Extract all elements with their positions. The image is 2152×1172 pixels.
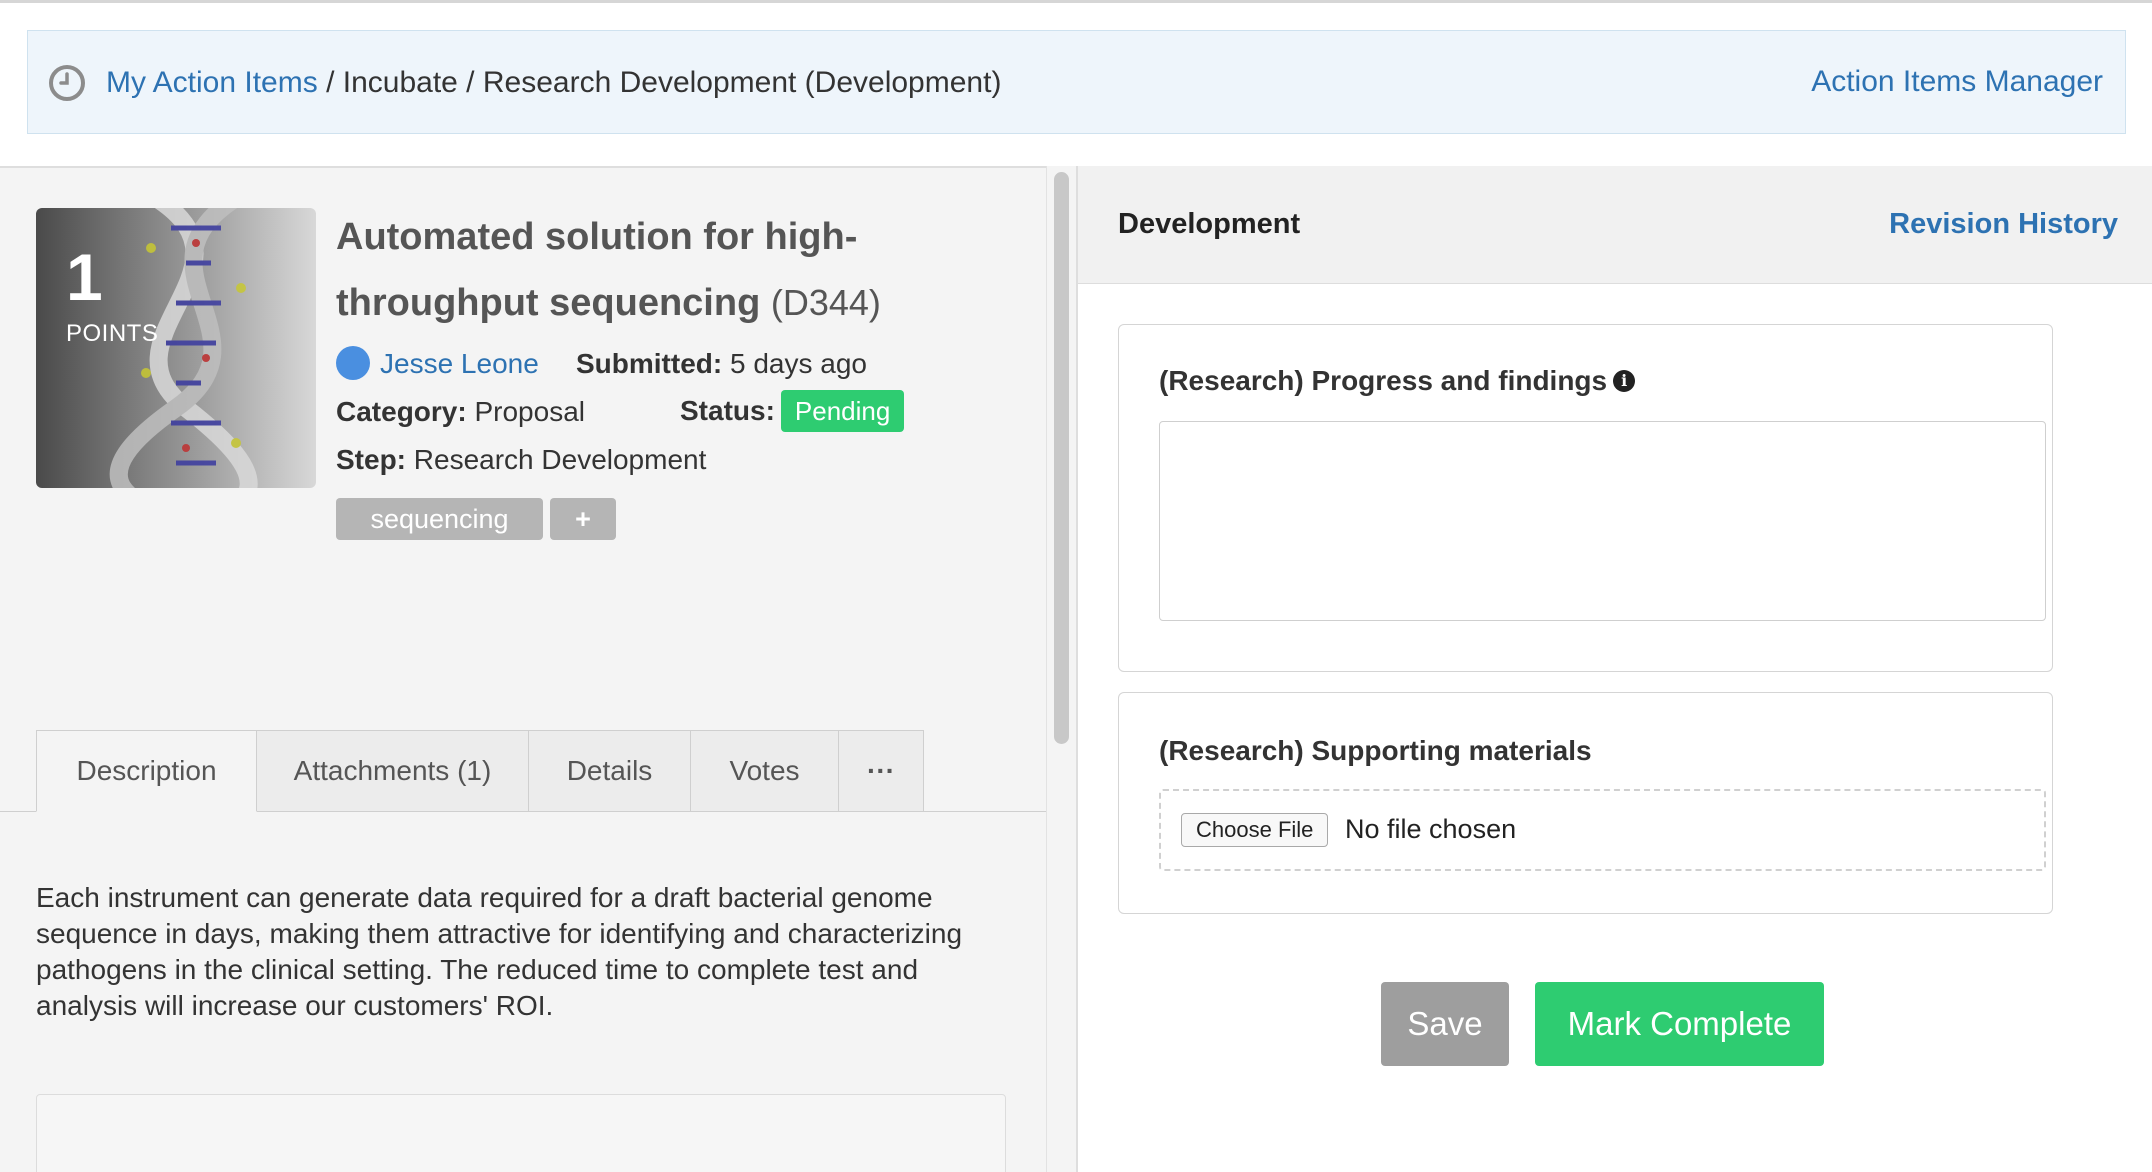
file-dropzone[interactable]: Choose File No file chosen xyxy=(1159,789,2046,871)
status-badge: Pending xyxy=(780,390,905,432)
idea-title: Automated solution for high-throughput s… xyxy=(336,204,896,336)
submitted-row: Submitted: 5 days ago xyxy=(576,346,867,382)
tab-votes[interactable]: Votes xyxy=(691,730,839,812)
info-icon[interactable]: i xyxy=(1613,369,1636,392)
progress-textarea[interactable] xyxy=(1159,421,2046,621)
category-label: Category: xyxy=(336,396,467,427)
tab-more[interactable]: ··· xyxy=(839,730,924,812)
panel-title: Development xyxy=(1118,208,1301,240)
breadcrumb-separator: / xyxy=(457,66,483,99)
step-label: Step: xyxy=(336,444,406,475)
author-row: Jesse Leone xyxy=(336,345,539,383)
avatar xyxy=(336,345,370,380)
tab-description[interactable]: Description xyxy=(36,730,257,812)
submitted-value: 5 days ago xyxy=(730,348,867,379)
mark-complete-button[interactable]: Mark Complete xyxy=(1535,982,1824,1066)
tab-details[interactable]: Details xyxy=(529,730,691,812)
revision-history-link[interactable]: Revision History xyxy=(1889,208,2118,241)
points-value: 1 xyxy=(66,240,103,314)
progress-label-text: (Research) Progress and findings xyxy=(1159,365,1608,396)
breadcrumb-bar: My Action Items / Incubate / Research De… xyxy=(27,30,2126,134)
submitted-label: Submitted: xyxy=(576,348,723,379)
development-panel: Development Revision History (Research) … xyxy=(1076,166,2152,1172)
category-value: Proposal xyxy=(474,396,585,427)
points-label: POINTS xyxy=(66,320,159,347)
progress-card: (Research) Progress and findings i xyxy=(1118,324,2053,672)
idea-tabs: Description Attachments (1) Details Vote… xyxy=(36,730,924,812)
materials-card: (Research) Supporting materials Choose F… xyxy=(1118,692,2053,914)
scrollbar-thumb[interactable] xyxy=(1054,172,1069,744)
panel-header: Development Revision History xyxy=(1078,166,2152,284)
idea-pane: 1 POINTS Automated solution for high-thr… xyxy=(0,166,1076,1172)
materials-label: (Research) Supporting materials xyxy=(1159,735,1592,766)
breadcrumb: My Action Items / Incubate / Research De… xyxy=(106,64,1001,102)
top-rule xyxy=(0,0,2152,3)
author-link[interactable]: Jesse Leone xyxy=(380,348,539,379)
tag-sequencing[interactable]: sequencing xyxy=(336,498,543,540)
choose-file-button[interactable]: Choose File xyxy=(1181,813,1329,847)
add-tag-button[interactable]: + xyxy=(550,498,616,540)
idea-code: (D344) xyxy=(770,282,881,323)
save-button[interactable]: Save xyxy=(1381,982,1509,1066)
breadcrumb-stage: Incubate xyxy=(342,66,458,99)
step-value: Research Development xyxy=(413,444,707,475)
step-row: Step: Research Development xyxy=(336,442,706,478)
idea-description: Each instrument can generate data requir… xyxy=(36,882,963,1021)
breadcrumb-current: Research Development (Development) xyxy=(482,66,1002,99)
category-row: Category: Proposal xyxy=(336,394,585,430)
tab-attachments[interactable]: Attachments (1) xyxy=(257,730,529,812)
status-row: Status: Pending xyxy=(680,390,905,432)
description-comment-box xyxy=(36,1094,1006,1172)
action-items-manager-link[interactable]: Action Items Manager xyxy=(1811,63,2103,101)
breadcrumb-my-action-items[interactable]: My Action Items xyxy=(106,66,318,99)
idea-thumbnail: 1 POINTS xyxy=(36,208,316,488)
status-label: Status: xyxy=(680,395,775,426)
no-file-text: No file chosen xyxy=(1345,814,1517,844)
clock-icon xyxy=(49,65,85,101)
progress-label: (Research) Progress and findings i xyxy=(1159,365,1636,397)
breadcrumb-separator: / xyxy=(317,66,343,99)
